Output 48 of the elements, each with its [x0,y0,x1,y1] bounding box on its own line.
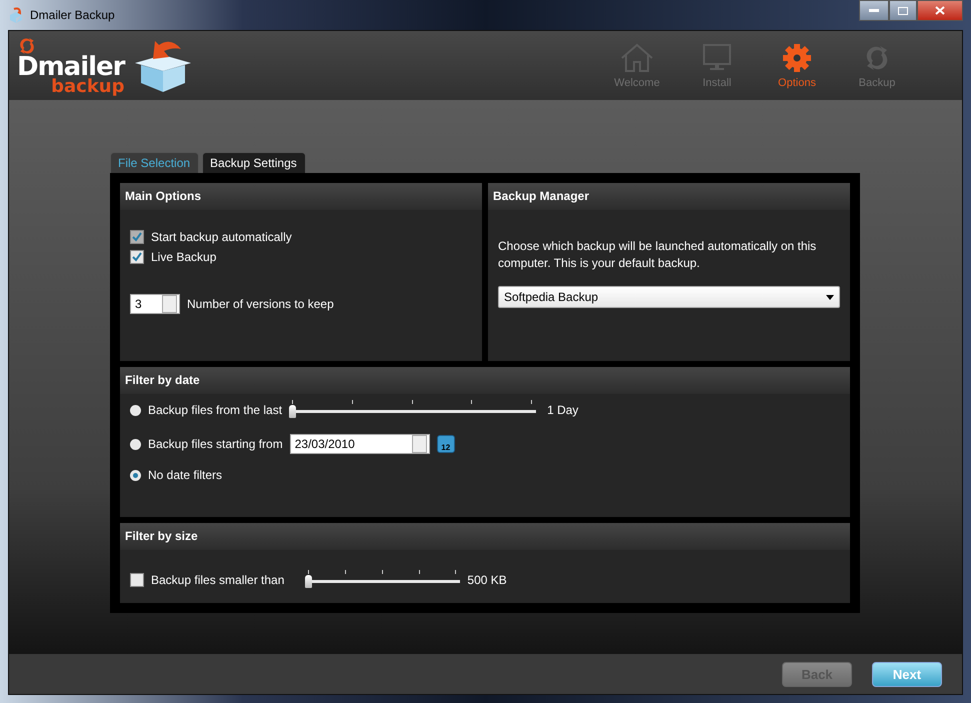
panel-title: Filter by date [120,367,850,394]
maximize-button[interactable] [889,0,917,21]
slider-thumb[interactable] [289,405,296,418]
checkbox[interactable] [130,573,144,587]
nav-tab[interactable]: Install [677,42,757,88]
radio-label: Backup files from the last [148,403,282,417]
tab[interactable]: File Selection [110,152,200,173]
minimize-button[interactable] [859,0,889,21]
checkbox[interactable] [130,250,144,264]
spinner-label: Number of versions to keep [187,297,334,311]
slider-reading: 1 Day [547,403,578,417]
nav-tab[interactable]: Welcome [597,42,677,88]
radio-button[interactable] [130,404,141,416]
close-icon [935,6,945,15]
radio-button[interactable] [130,438,141,450]
dropdown-caret-icon [826,294,834,300]
radio-label: No date filters [148,468,222,482]
home-icon [620,42,654,72]
logo-name: Dmailer [17,56,124,80]
versions-spinner[interactable]: 3 [130,294,180,314]
close-button[interactable] [917,0,963,21]
panel-title: Filter by size [120,523,850,550]
maximize-icon [898,6,908,14]
checkbox-label: Start backup automatically [151,230,292,244]
tab[interactable]: Backup Settings [202,152,306,173]
backup-dropdown[interactable]: Softpedia Backup [498,286,840,308]
window-title: Dmailer Backup [30,8,115,22]
description-text: Choose which backup will be launched automatically on this computer. This is your default backup. [498,238,818,272]
date-field[interactable]: 23/03/2010 [290,434,430,454]
panel-title: Backup Manager [488,183,850,210]
nav-tab[interactable]: Options [757,42,837,88]
checkbox-label: Live Backup [151,250,216,264]
slider-reading: 500 KB [467,573,507,587]
slider[interactable] [289,400,536,420]
monitor-icon [702,42,732,72]
app-icon [8,7,24,23]
nav-tab[interactable]: Backup [837,42,917,88]
radio-button[interactable] [130,470,141,480]
minimize-icon [869,8,879,12]
panel-title: Main Options [120,183,482,210]
slider-thumb[interactable] [305,575,312,588]
calendar-button[interactable]: 12 [436,435,455,453]
radio-label: Backup files starting from [148,437,283,451]
slider[interactable] [305,570,460,590]
sync-arrows-icon [17,36,37,56]
gear-icon [782,42,812,72]
checkbox-label: Backup files smaller than [151,573,284,587]
logo-subtitle: backup [51,79,124,96]
